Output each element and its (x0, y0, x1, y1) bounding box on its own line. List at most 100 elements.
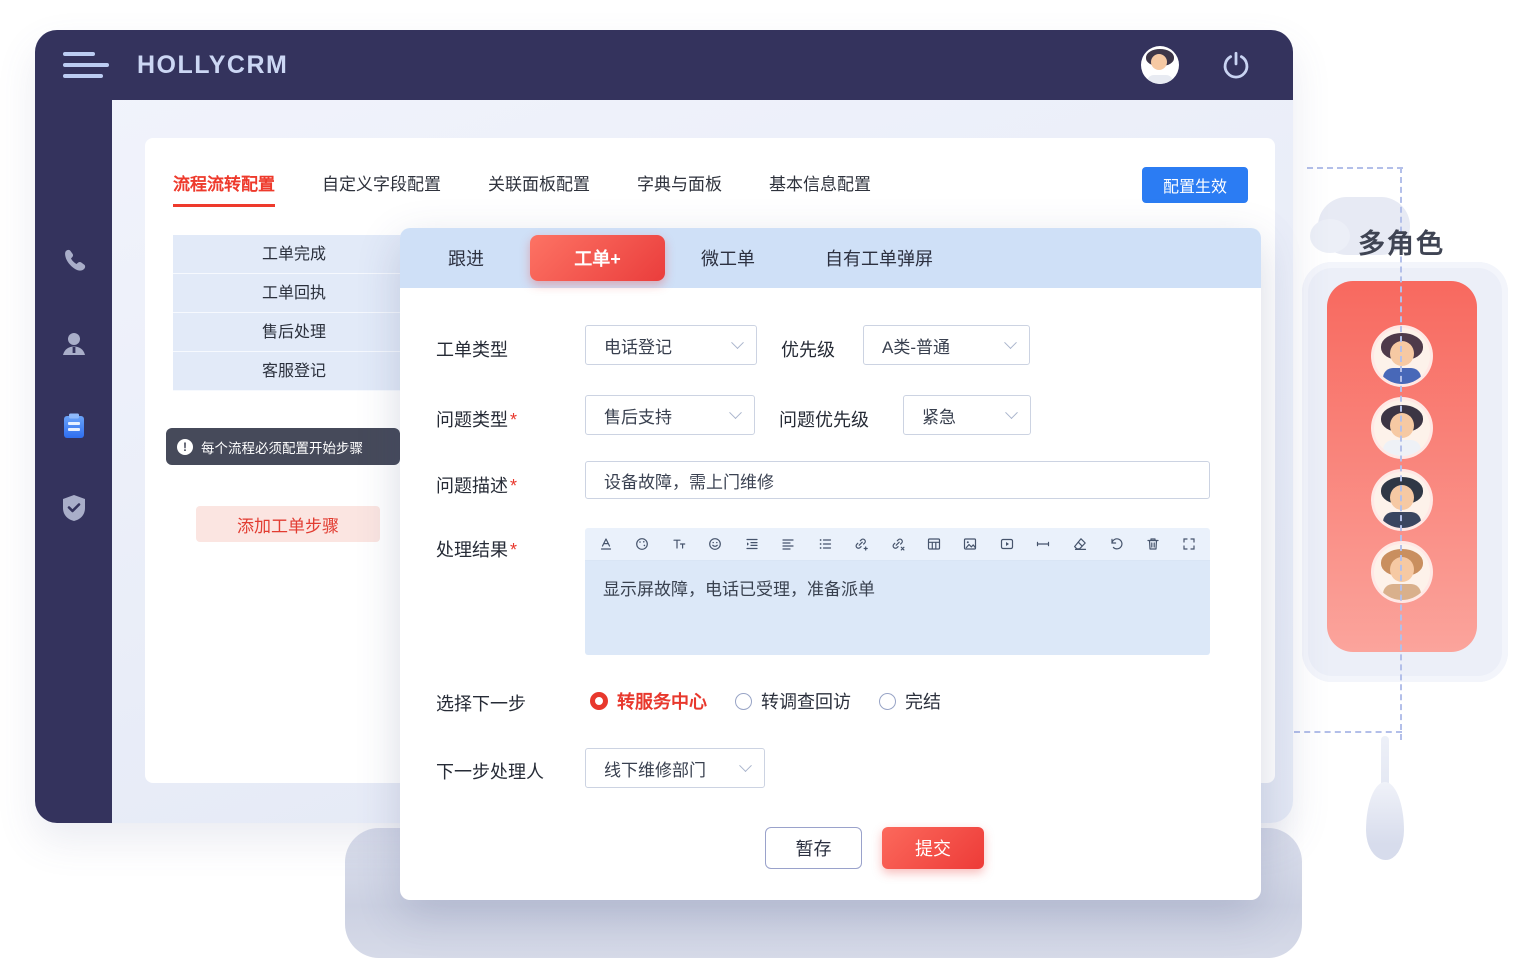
issue-desc-input[interactable]: 设备故障，需上门维修 (585, 461, 1210, 499)
list-icon[interactable] (817, 536, 833, 552)
avatar-torso (1383, 440, 1421, 458)
horizontal-rule-icon[interactable] (1035, 536, 1051, 552)
app-title: HOLLYCRM (137, 51, 288, 80)
topbar-right (1141, 46, 1251, 84)
user-icon[interactable] (58, 328, 90, 360)
exclamation-icon: ! (177, 439, 193, 455)
avatar-torso (1383, 512, 1421, 530)
chevron-down-icon (1005, 406, 1018, 419)
align-left-icon[interactable] (780, 536, 796, 552)
undo-icon[interactable] (1108, 536, 1124, 552)
role-avatar-2 (1371, 397, 1433, 459)
video-icon[interactable] (999, 536, 1015, 552)
tab-custom-fields[interactable]: 自定义字段配置 (322, 170, 441, 207)
sidebar (35, 100, 112, 823)
save-draft-button[interactable]: 暂存 (765, 827, 862, 869)
tab-followup[interactable]: 跟进 (448, 245, 484, 271)
avatar-face (1151, 54, 1167, 70)
required-mark: * (510, 540, 517, 560)
notice-tooltip: ! 每个流程必须配置开始步骤 (166, 428, 400, 465)
priority-label: 优先级 (781, 336, 835, 362)
issue-type-value: 售后支持 (604, 403, 672, 428)
next-step-options: 转服务中心 转调查回访 完结 (590, 688, 941, 714)
phone-icon[interactable] (58, 246, 90, 278)
shield-check-icon[interactable] (58, 492, 90, 524)
teardrop-shape (1366, 782, 1404, 860)
tab-micro-ticket[interactable]: 微工单 (701, 245, 755, 271)
radio-dot-icon (879, 693, 896, 710)
ticket-type-select[interactable]: 电话登记 (585, 325, 757, 365)
priority-select[interactable]: A类-普通 (863, 325, 1030, 365)
submit-button[interactable]: 提交 (882, 827, 984, 869)
power-icon[interactable] (1221, 50, 1251, 80)
next-handler-label: 下一步处理人 (436, 758, 544, 784)
chevron-down-icon (1004, 336, 1017, 349)
tab-basic-info[interactable]: 基本信息配置 (769, 170, 871, 207)
list-item-service-register[interactable]: 客服登记 (173, 352, 415, 391)
notice-text: 每个流程必须配置开始步骤 (201, 437, 363, 457)
eraser-icon[interactable] (1072, 536, 1088, 552)
dashed-guide-bottom (1294, 731, 1402, 733)
list-item-ticket-complete[interactable]: 工单完成 (173, 235, 415, 274)
avatar-face (1390, 557, 1414, 582)
trash-icon[interactable] (1145, 536, 1161, 552)
emoji-icon[interactable] (707, 536, 723, 552)
priority-value: A类-普通 (882, 333, 950, 358)
avatar-torso (1383, 368, 1421, 386)
tab-flow-config[interactable]: 流程流转配置 (173, 170, 275, 207)
link-remove-icon[interactable] (890, 536, 906, 552)
issue-desc-label: 问题描述* (436, 472, 517, 498)
user-avatar[interactable] (1141, 46, 1179, 84)
tab-ticket-plus[interactable]: 工单+ (530, 235, 665, 281)
role-avatar-4 (1371, 541, 1433, 603)
ticket-type-label: 工单类型 (436, 336, 508, 362)
editor-toolbar (585, 528, 1210, 561)
fullscreen-icon[interactable] (1181, 536, 1197, 552)
link-add-icon[interactable] (853, 536, 869, 552)
issue-priority-value: 紧急 (922, 403, 956, 428)
tab-own-ticket-popup[interactable]: 自有工单弹屏 (825, 245, 933, 271)
result-label: 处理结果* (436, 536, 517, 562)
role-avatar-3 (1371, 469, 1433, 531)
multi-role-panel (1327, 281, 1477, 652)
image-icon[interactable] (962, 536, 978, 552)
menu-icon[interactable] (63, 48, 111, 82)
radio-service-center[interactable]: 转服务中心 (590, 688, 707, 714)
required-mark: * (510, 476, 517, 496)
avatar-torso (1147, 75, 1173, 84)
radio-survey-callback[interactable]: 转调查回访 (735, 688, 851, 714)
add-step-button[interactable]: 添加工单步骤 (196, 506, 380, 542)
next-handler-value: 线下维修部门 (604, 756, 706, 781)
ticket-modal: 跟进 工单+ 微工单 自有工单弹屏 工单类型 电话登记 优先级 A类-普通 问题… (400, 228, 1261, 900)
next-step-label: 选择下一步 (436, 690, 526, 716)
result-editor[interactable]: 显示屏故障，电话已受理，准备派单 (585, 528, 1210, 655)
radio-finish[interactable]: 完结 (879, 688, 941, 714)
table-icon[interactable] (926, 536, 942, 552)
tab-dictionary-panel[interactable]: 字典与面板 (637, 170, 722, 207)
chevron-down-icon (729, 406, 742, 419)
color-palette-icon[interactable] (634, 536, 650, 552)
indent-icon[interactable] (744, 536, 760, 552)
ticket-type-value: 电话登记 (604, 333, 672, 358)
apply-config-button[interactable]: 配置生效 (1142, 167, 1248, 203)
chevron-down-icon (739, 759, 752, 772)
radio-dot-icon (735, 693, 752, 710)
config-tabs: 流程流转配置 自定义字段配置 关联面板配置 字典与面板 基本信息配置 (173, 170, 871, 207)
issue-type-select[interactable]: 售后支持 (585, 395, 755, 435)
page: 多角色 HOLLYCRM (0, 0, 1537, 964)
avatar-face (1390, 413, 1414, 438)
font-underline-icon[interactable] (598, 536, 614, 552)
result-editor-content[interactable]: 显示屏故障，电话已受理，准备派单 (585, 561, 1210, 655)
avatar-face (1390, 485, 1414, 510)
clipboard-icon[interactable] (58, 410, 90, 442)
modal-tabs: 跟进 工单+ 微工单 自有工单弹屏 (400, 228, 1261, 288)
dashed-guide-top (1307, 167, 1403, 169)
list-item-ticket-receipt[interactable]: 工单回执 (173, 274, 415, 313)
list-item-aftersales[interactable]: 售后处理 (173, 313, 415, 352)
issue-priority-select[interactable]: 紧急 (903, 395, 1031, 435)
next-handler-select[interactable]: 线下维修部门 (585, 748, 765, 788)
required-mark: * (510, 410, 517, 430)
font-size-icon[interactable] (671, 536, 687, 552)
issue-desc-value: 设备故障，需上门维修 (604, 468, 774, 493)
tab-linked-panel[interactable]: 关联面板配置 (488, 170, 590, 207)
